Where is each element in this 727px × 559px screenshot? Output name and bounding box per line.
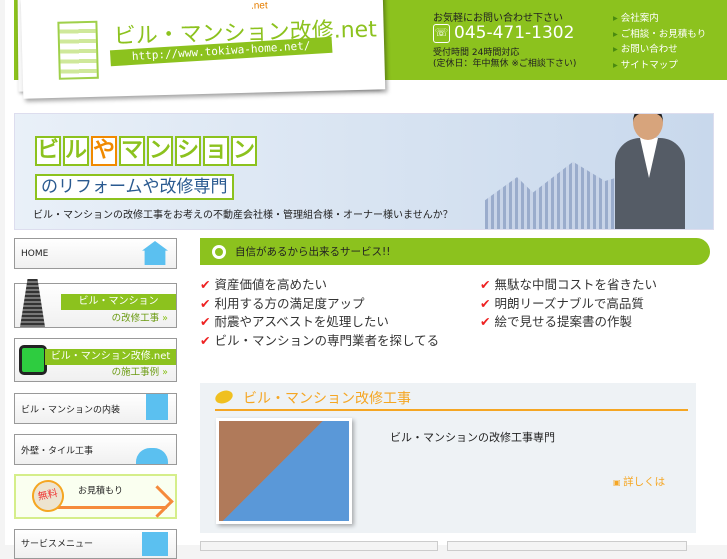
- nav-company[interactable]: 会社案内: [613, 13, 659, 24]
- home-label: HOME: [21, 248, 49, 259]
- cases-sub: の施工事例: [112, 364, 168, 378]
- contact-label: お気軽にお問い合わせ下さい: [433, 13, 563, 24]
- phone-icon: ☏: [433, 23, 450, 43]
- services-heading: 自信があるから出来るサービス!!: [235, 246, 391, 258]
- nav-consultation[interactable]: ご相談・お見積もり: [613, 29, 706, 40]
- hero-banner: ビ ル や マ ン シ ョ ン のリフォームや改修専門 ビル・マンションの改修工…: [14, 113, 714, 230]
- tower-icon: [20, 279, 45, 327]
- exterior-label: 外壁・タイル工事: [21, 446, 94, 456]
- free-badge: 無料: [29, 477, 67, 515]
- banner-tagline: ビル・マンションの改修工事をお考えの不動産会社様・管理組合様・オーナー様いません…: [33, 210, 453, 221]
- book-icon: [142, 532, 168, 556]
- helmet-icon: [136, 448, 168, 464]
- sidebar-item-estimate[interactable]: 無料 お見積もり: [14, 474, 177, 519]
- section-heading: ビル・マンションの改修工事専門: [390, 431, 555, 444]
- banner-char: ン: [147, 136, 173, 166]
- renovation-section: ビル・マンション改修工事 ビル・マンションの改修工事専門 詳しくは: [200, 383, 696, 533]
- banner-char: ン: [231, 136, 257, 166]
- section-title: ビル・マンション改修工事: [213, 388, 688, 411]
- check-item: ビル・マンションの専門業者を探してる: [200, 332, 439, 351]
- hours-line: 受付時間 24時間対応: [433, 48, 520, 58]
- sidebar-item-interior[interactable]: ビル・マンションの内装: [14, 393, 177, 424]
- building-photo: [216, 418, 352, 524]
- renovation-sub: の改修工事: [112, 310, 168, 324]
- header-nav: 会社案内 ご相談・お見積もり お問い合わせ サイトマップ: [613, 11, 706, 73]
- check-item: 利用する方の満足度アップ: [200, 295, 439, 314]
- banner-subtitle: のリフォームや改修専門: [35, 174, 234, 200]
- cases-title: ビル・マンション改修.net: [45, 349, 176, 365]
- interior-label: ビル・マンションの内装: [21, 405, 121, 415]
- tape-measure-icon: [19, 345, 47, 375]
- sidebar-item-service-menu[interactable]: サービスメニュー: [14, 529, 177, 559]
- more-link[interactable]: 詳しくは: [613, 474, 665, 489]
- building-icon: [146, 394, 168, 420]
- check-item: 絵で見せる提案書の作製: [480, 313, 657, 332]
- holiday-line: (定休日：年中無休 ※ご相談下さい): [433, 59, 577, 69]
- check-item: 資産価値を高めたい: [200, 276, 439, 295]
- service-menu-label: サービスメニュー: [21, 539, 94, 550]
- nav-sitemap[interactable]: サイトマップ: [613, 60, 678, 71]
- house-icon: [142, 241, 168, 265]
- banner-title: ビ ル や マ ン シ ョ ン: [35, 136, 257, 166]
- business-hours: 受付時間 24時間対応 (定休日：年中無休 ※ご相談下さい): [433, 48, 576, 70]
- pin-icon: [213, 388, 235, 406]
- services-heading-bar: 自信があるから出来るサービス!!: [200, 238, 710, 265]
- phone-text: 045-471-1302: [454, 23, 575, 43]
- next-section-left: [200, 541, 438, 551]
- building-logo-icon: [57, 20, 99, 80]
- banner-char: マ: [119, 136, 145, 166]
- check-item: 耐震やアスベストを処理したい: [200, 313, 439, 332]
- logo-card[interactable]: .net ビル・マンション改修.net http://www.tokiwa-ho…: [20, 0, 386, 99]
- banner-char: ビ: [35, 136, 61, 166]
- sidebar-item-exterior[interactable]: 外壁・タイル工事: [14, 434, 177, 465]
- banner-char: や: [91, 136, 117, 166]
- banner-char: シ: [175, 136, 201, 166]
- arrow-icon: [44, 506, 167, 509]
- check-item: 明朗リーズナブルで高品質: [480, 295, 657, 314]
- nav-contact[interactable]: お問い合わせ: [613, 44, 678, 55]
- check-item: 無駄な中間コストを省きたい: [480, 276, 657, 295]
- circle-icon: [212, 244, 226, 259]
- businessman-image: [615, 114, 685, 229]
- sidebar-item-cases[interactable]: ビル・マンション改修.net の施工事例: [14, 338, 177, 382]
- estimate-label: お見積もり: [78, 486, 124, 497]
- sidebar-item-home[interactable]: HOME: [14, 238, 177, 269]
- logo-small: .net: [250, 0, 268, 12]
- banner-char: ル: [63, 136, 89, 166]
- renovation-title: ビル・マンション: [61, 294, 176, 310]
- checks-right: 無駄な中間コストを省きたい 明朗リーズナブルで高品質 絵で見せる提案書の作製: [480, 276, 657, 332]
- sidebar-item-renovation[interactable]: ビル・マンション の改修工事: [14, 279, 177, 328]
- checks-left: 資産価値を高めたい 利用する方の満足度アップ 耐震やアスベストを処理したい ビル…: [200, 276, 439, 350]
- section-title-text: ビル・マンション改修工事: [243, 391, 411, 407]
- next-section-right: [447, 541, 687, 551]
- phone-number[interactable]: ☏ 045-471-1302: [433, 23, 574, 43]
- banner-char: ョ: [203, 136, 229, 166]
